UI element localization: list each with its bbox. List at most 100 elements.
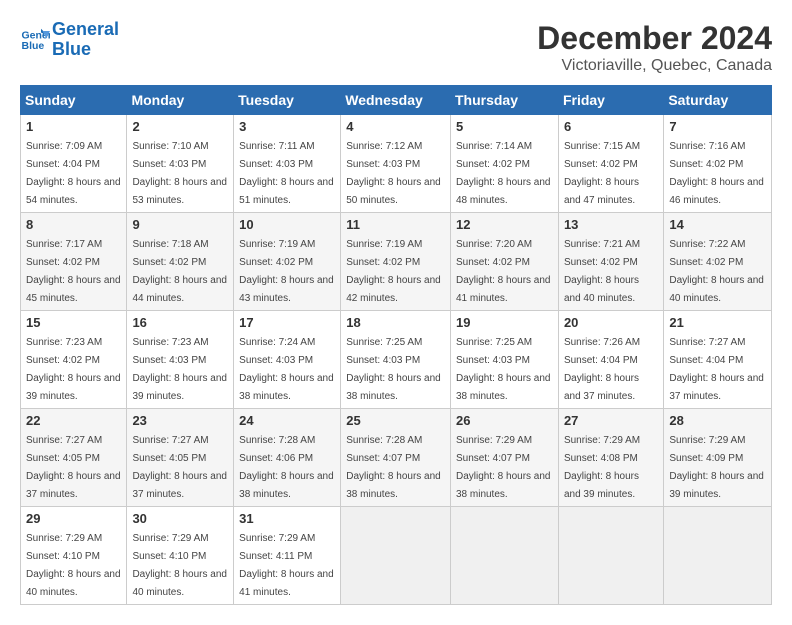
day-info: Sunrise: 7:28 AMSunset: 4:07 PMDaylight:… bbox=[346, 435, 441, 500]
day-number: 4 bbox=[346, 119, 445, 134]
day-number: 23 bbox=[132, 413, 228, 428]
calendar-table: Sunday Monday Tuesday Wednesday Thursday… bbox=[20, 85, 772, 605]
calendar-cell: 11 Sunrise: 7:19 AMSunset: 4:02 PMDaylig… bbox=[341, 213, 451, 311]
calendar-cell: 24 Sunrise: 7:28 AMSunset: 4:06 PMDaylig… bbox=[234, 409, 341, 507]
day-number: 18 bbox=[346, 315, 445, 330]
calendar-cell: 19 Sunrise: 7:25 AMSunset: 4:03 PMDaylig… bbox=[450, 311, 558, 409]
day-info: Sunrise: 7:21 AMSunset: 4:02 PMDaylight:… bbox=[564, 239, 640, 304]
day-info: Sunrise: 7:29 AMSunset: 4:09 PMDaylight:… bbox=[669, 435, 764, 500]
day-number: 25 bbox=[346, 413, 445, 428]
calendar-cell: 10 Sunrise: 7:19 AMSunset: 4:02 PMDaylig… bbox=[234, 213, 341, 311]
day-info: Sunrise: 7:19 AMSunset: 4:02 PMDaylight:… bbox=[239, 239, 334, 304]
day-number: 1 bbox=[26, 119, 121, 134]
calendar-week-row: 1 Sunrise: 7:09 AMSunset: 4:04 PMDayligh… bbox=[21, 115, 772, 213]
day-info: Sunrise: 7:17 AMSunset: 4:02 PMDaylight:… bbox=[26, 239, 121, 304]
day-number: 15 bbox=[26, 315, 121, 330]
header-thursday: Thursday bbox=[450, 86, 558, 115]
day-info: Sunrise: 7:29 AMSunset: 4:11 PMDaylight:… bbox=[239, 533, 334, 598]
header-monday: Monday bbox=[127, 86, 234, 115]
calendar-cell bbox=[664, 507, 772, 605]
header-sunday: Sunday bbox=[21, 86, 127, 115]
day-number: 3 bbox=[239, 119, 335, 134]
calendar-cell: 2 Sunrise: 7:10 AMSunset: 4:03 PMDayligh… bbox=[127, 115, 234, 213]
day-info: Sunrise: 7:27 AMSunset: 4:05 PMDaylight:… bbox=[132, 435, 227, 500]
header-wednesday: Wednesday bbox=[341, 86, 451, 115]
day-info: Sunrise: 7:29 AMSunset: 4:10 PMDaylight:… bbox=[26, 533, 121, 598]
title-area: December 2024 Victoriaville, Quebec, Can… bbox=[537, 20, 772, 75]
day-number: 26 bbox=[456, 413, 553, 428]
calendar-cell: 29 Sunrise: 7:29 AMSunset: 4:10 PMDaylig… bbox=[21, 507, 127, 605]
day-info: Sunrise: 7:15 AMSunset: 4:02 PMDaylight:… bbox=[564, 141, 640, 206]
calendar-cell: 30 Sunrise: 7:29 AMSunset: 4:10 PMDaylig… bbox=[127, 507, 234, 605]
calendar-cell: 31 Sunrise: 7:29 AMSunset: 4:11 PMDaylig… bbox=[234, 507, 341, 605]
calendar-cell: 9 Sunrise: 7:18 AMSunset: 4:02 PMDayligh… bbox=[127, 213, 234, 311]
day-info: Sunrise: 7:20 AMSunset: 4:02 PMDaylight:… bbox=[456, 239, 551, 304]
day-info: Sunrise: 7:23 AMSunset: 4:03 PMDaylight:… bbox=[132, 337, 227, 402]
calendar-week-row: 22 Sunrise: 7:27 AMSunset: 4:05 PMDaylig… bbox=[21, 409, 772, 507]
day-number: 28 bbox=[669, 413, 766, 428]
day-number: 21 bbox=[669, 315, 766, 330]
day-info: Sunrise: 7:14 AMSunset: 4:02 PMDaylight:… bbox=[456, 141, 551, 206]
header: General Blue General Blue December 2024 … bbox=[20, 20, 772, 75]
calendar-cell: 13 Sunrise: 7:21 AMSunset: 4:02 PMDaylig… bbox=[558, 213, 663, 311]
logo-text-general: General bbox=[52, 19, 119, 39]
day-number: 19 bbox=[456, 315, 553, 330]
day-number: 10 bbox=[239, 217, 335, 232]
day-info: Sunrise: 7:09 AMSunset: 4:04 PMDaylight:… bbox=[26, 141, 121, 206]
day-number: 16 bbox=[132, 315, 228, 330]
calendar-cell: 16 Sunrise: 7:23 AMSunset: 4:03 PMDaylig… bbox=[127, 311, 234, 409]
day-info: Sunrise: 7:28 AMSunset: 4:06 PMDaylight:… bbox=[239, 435, 334, 500]
calendar-cell: 18 Sunrise: 7:25 AMSunset: 4:03 PMDaylig… bbox=[341, 311, 451, 409]
day-number: 30 bbox=[132, 511, 228, 526]
calendar-cell: 1 Sunrise: 7:09 AMSunset: 4:04 PMDayligh… bbox=[21, 115, 127, 213]
day-info: Sunrise: 7:25 AMSunset: 4:03 PMDaylight:… bbox=[456, 337, 551, 402]
calendar-cell bbox=[450, 507, 558, 605]
calendar-cell bbox=[558, 507, 663, 605]
day-number: 14 bbox=[669, 217, 766, 232]
day-number: 29 bbox=[26, 511, 121, 526]
day-number: 24 bbox=[239, 413, 335, 428]
calendar-body: 1 Sunrise: 7:09 AMSunset: 4:04 PMDayligh… bbox=[21, 115, 772, 605]
calendar-cell: 28 Sunrise: 7:29 AMSunset: 4:09 PMDaylig… bbox=[664, 409, 772, 507]
day-info: Sunrise: 7:19 AMSunset: 4:02 PMDaylight:… bbox=[346, 239, 441, 304]
main-title: December 2024 bbox=[537, 20, 772, 57]
day-info: Sunrise: 7:25 AMSunset: 4:03 PMDaylight:… bbox=[346, 337, 441, 402]
day-number: 12 bbox=[456, 217, 553, 232]
day-info: Sunrise: 7:22 AMSunset: 4:02 PMDaylight:… bbox=[669, 239, 764, 304]
day-number: 6 bbox=[564, 119, 658, 134]
calendar-cell: 14 Sunrise: 7:22 AMSunset: 4:02 PMDaylig… bbox=[664, 213, 772, 311]
calendar-cell: 25 Sunrise: 7:28 AMSunset: 4:07 PMDaylig… bbox=[341, 409, 451, 507]
calendar-cell: 3 Sunrise: 7:11 AMSunset: 4:03 PMDayligh… bbox=[234, 115, 341, 213]
calendar-week-row: 15 Sunrise: 7:23 AMSunset: 4:02 PMDaylig… bbox=[21, 311, 772, 409]
day-info: Sunrise: 7:29 AMSunset: 4:07 PMDaylight:… bbox=[456, 435, 551, 500]
header-saturday: Saturday bbox=[664, 86, 772, 115]
calendar-cell: 27 Sunrise: 7:29 AMSunset: 4:08 PMDaylig… bbox=[558, 409, 663, 507]
day-info: Sunrise: 7:23 AMSunset: 4:02 PMDaylight:… bbox=[26, 337, 121, 402]
calendar-cell: 26 Sunrise: 7:29 AMSunset: 4:07 PMDaylig… bbox=[450, 409, 558, 507]
day-number: 9 bbox=[132, 217, 228, 232]
day-info: Sunrise: 7:24 AMSunset: 4:03 PMDaylight:… bbox=[239, 337, 334, 402]
day-number: 11 bbox=[346, 217, 445, 232]
day-info: Sunrise: 7:10 AMSunset: 4:03 PMDaylight:… bbox=[132, 141, 227, 206]
calendar-cell: 4 Sunrise: 7:12 AMSunset: 4:03 PMDayligh… bbox=[341, 115, 451, 213]
calendar-cell: 12 Sunrise: 7:20 AMSunset: 4:02 PMDaylig… bbox=[450, 213, 558, 311]
day-number: 31 bbox=[239, 511, 335, 526]
day-info: Sunrise: 7:27 AMSunset: 4:04 PMDaylight:… bbox=[669, 337, 764, 402]
calendar-cell: 15 Sunrise: 7:23 AMSunset: 4:02 PMDaylig… bbox=[21, 311, 127, 409]
day-number: 5 bbox=[456, 119, 553, 134]
calendar-cell: 7 Sunrise: 7:16 AMSunset: 4:02 PMDayligh… bbox=[664, 115, 772, 213]
day-number: 20 bbox=[564, 315, 658, 330]
header-friday: Friday bbox=[558, 86, 663, 115]
calendar-week-row: 29 Sunrise: 7:29 AMSunset: 4:10 PMDaylig… bbox=[21, 507, 772, 605]
day-info: Sunrise: 7:18 AMSunset: 4:02 PMDaylight:… bbox=[132, 239, 227, 304]
day-number: 27 bbox=[564, 413, 658, 428]
logo-text-blue: Blue bbox=[52, 39, 91, 59]
day-number: 8 bbox=[26, 217, 121, 232]
calendar-cell: 8 Sunrise: 7:17 AMSunset: 4:02 PMDayligh… bbox=[21, 213, 127, 311]
day-number: 13 bbox=[564, 217, 658, 232]
day-number: 7 bbox=[669, 119, 766, 134]
calendar-cell: 20 Sunrise: 7:26 AMSunset: 4:04 PMDaylig… bbox=[558, 311, 663, 409]
calendar-week-row: 8 Sunrise: 7:17 AMSunset: 4:02 PMDayligh… bbox=[21, 213, 772, 311]
calendar-header-row: Sunday Monday Tuesday Wednesday Thursday… bbox=[21, 86, 772, 115]
svg-text:Blue: Blue bbox=[22, 40, 45, 52]
